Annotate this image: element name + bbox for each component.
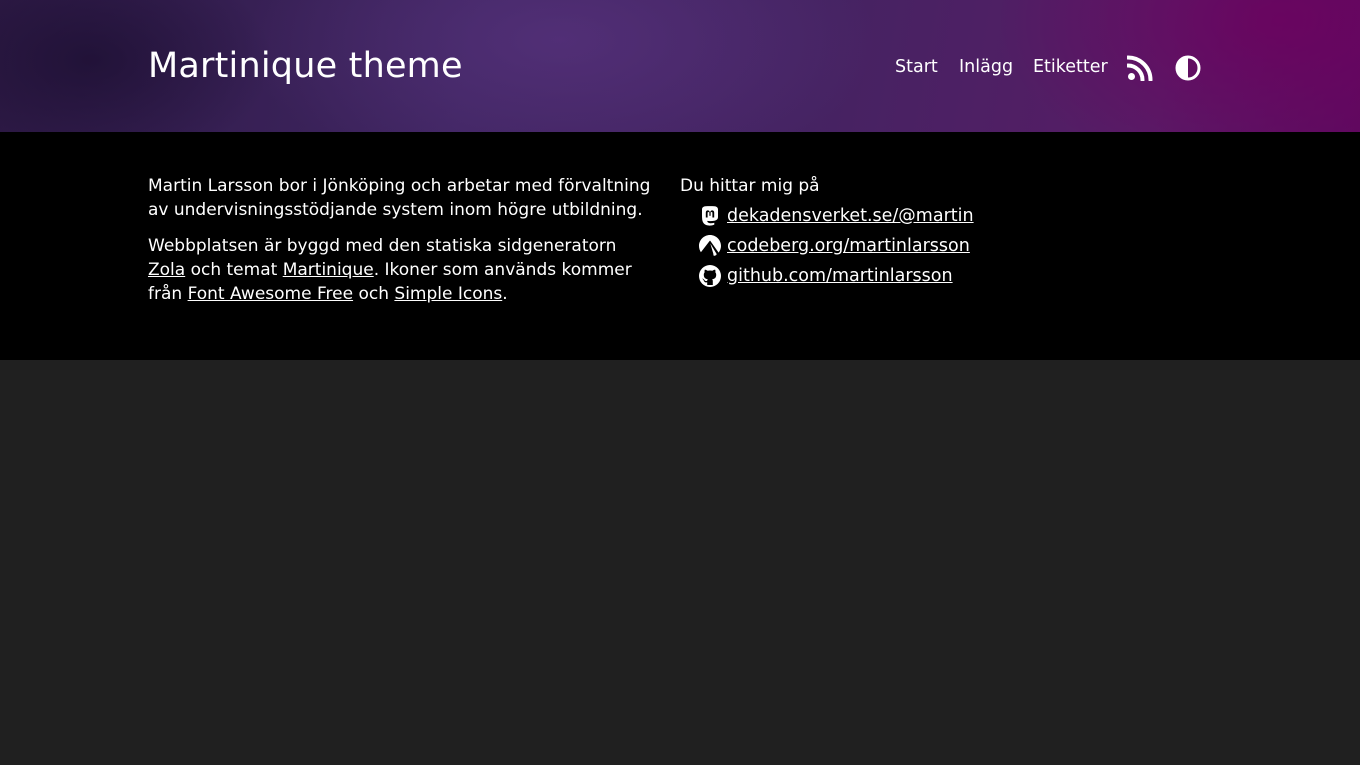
contact-list: dekadensverket.se/@martin ~ codeberg.org… [680, 201, 1100, 291]
mastodon-link[interactable]: dekadensverket.se/@martin [727, 204, 974, 228]
about-text-start: Webbplatsen är byggd med den statiska si… [148, 236, 617, 256]
contact-item-github: github.com/martinlarsson [698, 261, 1100, 291]
contact-section: Du hittar mig på dekadensverket.se/@mart… [680, 174, 1100, 291]
about-text-middle: och temat [185, 260, 283, 280]
contact-item-mastodon: dekadensverket.se/@martin [698, 201, 1100, 231]
site-title[interactable]: Martinique theme [148, 42, 463, 90]
page-background [0, 360, 1360, 765]
codeberg-icon: ~ [698, 234, 722, 259]
contrast-icon[interactable] [1175, 55, 1201, 81]
contact-heading: Du hittar mig på [680, 176, 820, 196]
font-awesome-link[interactable]: Font Awesome Free [188, 284, 353, 304]
nav-item-etiketter: Etiketter [1033, 52, 1108, 82]
about-paragraph-2: Webbplatsen är byggd med den statiska si… [148, 234, 658, 306]
about-paragraph-1: Martin Larsson bor i Jönköping och arbet… [148, 176, 651, 220]
site-footer: Martin Larsson bor i Jönköping och arbet… [0, 132, 1360, 360]
github-icon [698, 264, 722, 288]
rss-icon[interactable] [1126, 55, 1153, 82]
nav-link-inlagg[interactable]: Inlägg [959, 52, 1013, 82]
nav-link-start[interactable]: Start [895, 52, 938, 82]
nav-item-inlagg: Inlägg [959, 52, 1013, 82]
nav-item-start: Start [895, 52, 938, 82]
martinique-link[interactable]: Martinique [283, 260, 374, 280]
site-header: Martinique theme Start Inlägg Etiketter [0, 0, 1360, 132]
mastodon-icon [698, 204, 722, 228]
zola-link[interactable]: Zola [148, 260, 185, 280]
github-link[interactable]: github.com/martinlarsson [727, 264, 953, 288]
svg-text:~: ~ [713, 253, 717, 258]
nav-link-etiketter[interactable]: Etiketter [1033, 52, 1108, 82]
about-text-end: . [502, 284, 508, 304]
simple-icons-link[interactable]: Simple Icons [394, 284, 502, 304]
about-section: Martin Larsson bor i Jönköping och arbet… [148, 174, 658, 318]
about-text-och: och [353, 284, 395, 304]
codeberg-link[interactable]: codeberg.org/martinlarsson [727, 234, 970, 258]
contact-item-codeberg: ~ codeberg.org/martinlarsson [698, 231, 1100, 261]
